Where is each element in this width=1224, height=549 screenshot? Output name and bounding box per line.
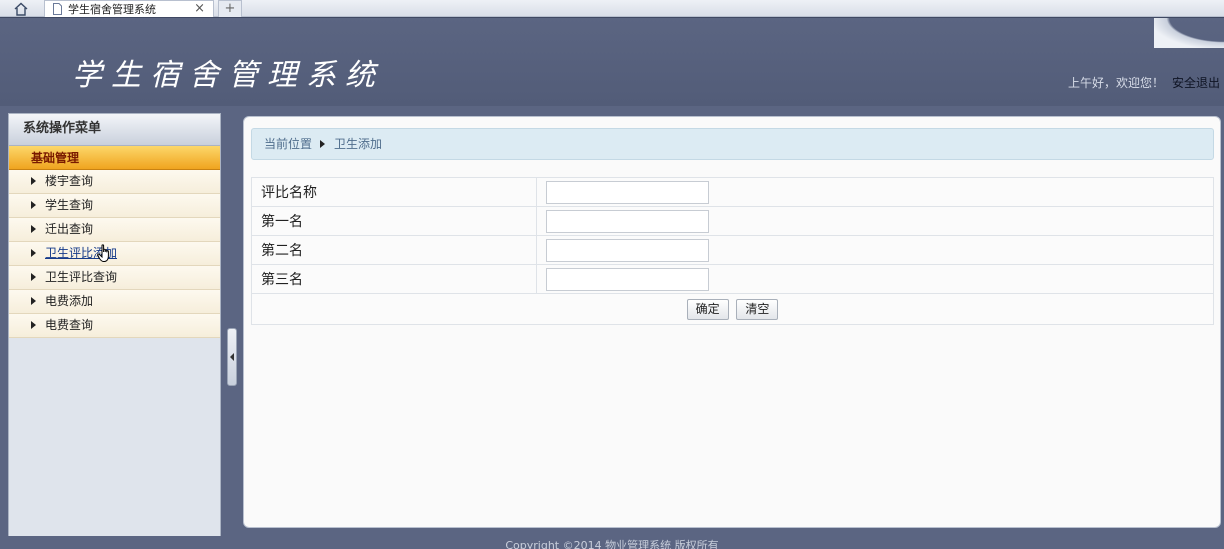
home-icon	[14, 2, 28, 16]
form-actions: 确定 清空	[251, 293, 1214, 325]
first-place-input[interactable]	[546, 209, 709, 233]
collapse-arrow-icon	[230, 353, 234, 361]
sidebar-collapse-handle[interactable]	[227, 328, 237, 386]
main-panel: 当前位置 卫生添加 评比名称 第一名 第二名 第三名 确定 清空	[243, 116, 1221, 528]
sidebar-item-label: 电费查询	[45, 318, 94, 332]
rating-name-input[interactable]	[546, 180, 709, 204]
system-title: 学生宿舍管理系统	[72, 58, 384, 93]
form-row: 第三名	[251, 264, 1214, 294]
arrow-right-icon	[31, 225, 36, 233]
browser-tabstrip: 学生宿舍管理系统 × +	[0, 0, 1224, 17]
arrow-right-icon	[31, 297, 36, 305]
hand-cursor-icon	[97, 244, 109, 262]
field-label-first: 第一名	[251, 206, 537, 236]
clear-button[interactable]: 清空	[736, 298, 779, 320]
breadcrumb: 当前位置 卫生添加	[251, 128, 1214, 160]
field-label-rating-name: 评比名称	[251, 177, 537, 207]
sidebar-item-electricity-query[interactable]: 电费查询	[9, 314, 220, 338]
menu-group-basic[interactable]: 基础管理	[9, 146, 220, 170]
greeting-text: 上午好，欢迎您！	[1067, 76, 1164, 90]
browser-tab[interactable]: 学生宿舍管理系统 ×	[44, 0, 214, 17]
form-row: 第一名	[251, 206, 1214, 236]
arrow-right-icon	[31, 321, 36, 329]
sidebar-item-label: 学生查询	[45, 198, 94, 212]
form-row: 第二名	[251, 235, 1214, 265]
tab-title: 学生宿舍管理系统	[68, 3, 156, 16]
form-row: 评比名称	[251, 177, 1214, 207]
second-place-input[interactable]	[546, 238, 709, 262]
home-button[interactable]	[6, 0, 36, 17]
field-label-third: 第三名	[251, 264, 537, 294]
sidebar-item-label: 楼宇查询	[45, 174, 94, 188]
sidebar-item-electricity-add[interactable]: 电费添加	[9, 290, 220, 314]
sidebar-item-hygiene-add[interactable]: 卫生评比添加	[9, 242, 220, 266]
breadcrumb-prefix: 当前位置	[264, 137, 313, 151]
logout-link[interactable]: 安全退出	[1172, 74, 1220, 91]
page-icon	[53, 3, 62, 15]
sidebar-item-student-query[interactable]: 学生查询	[9, 194, 220, 218]
sidebar-item-label: 电费添加	[45, 294, 94, 308]
arrow-right-icon	[31, 273, 36, 281]
sidebar-item-hygiene-query[interactable]: 卫生评比查询	[9, 266, 220, 290]
sidebar-item-moveout-query[interactable]: 迁出查询	[9, 218, 220, 242]
app-header: 学生宿舍管理系统 上午好，欢迎您！ 安全退出	[0, 17, 1224, 106]
new-tab-button[interactable]: +	[218, 0, 242, 17]
sidebar-item-label: 迁出查询	[45, 222, 94, 236]
sidebar-item-label: 卫生评比查询	[45, 270, 118, 284]
menu-list: 楼宇查询 学生查询 迁出查询 卫生评比添加 卫生评比查询 电费添加 电费查询	[9, 170, 220, 338]
breadcrumb-arrow-icon	[320, 140, 326, 148]
field-label-second: 第二名	[251, 235, 537, 265]
sidebar-item-building-query[interactable]: 楼宇查询	[9, 170, 220, 194]
arrow-right-icon	[31, 201, 36, 209]
arrow-right-icon	[31, 249, 36, 257]
hygiene-form: 评比名称 第一名 第二名 第三名 确定 清空	[251, 177, 1214, 325]
submit-button[interactable]: 确定	[686, 298, 729, 320]
arrow-right-icon	[31, 177, 36, 185]
close-icon[interactable]: ×	[194, 1, 205, 17]
header-decoration	[1154, 18, 1224, 48]
third-place-input[interactable]	[546, 267, 709, 291]
breadcrumb-current: 卫生添加	[334, 137, 383, 151]
sidebar-title: 系统操作菜单	[9, 114, 220, 146]
footer: Copyright ©2014 物业管理系统 版权所有	[0, 536, 1224, 549]
sidebar: 系统操作菜单 基础管理 楼宇查询 学生查询 迁出查询 卫生评比添加 卫生评比查询…	[8, 113, 221, 537]
